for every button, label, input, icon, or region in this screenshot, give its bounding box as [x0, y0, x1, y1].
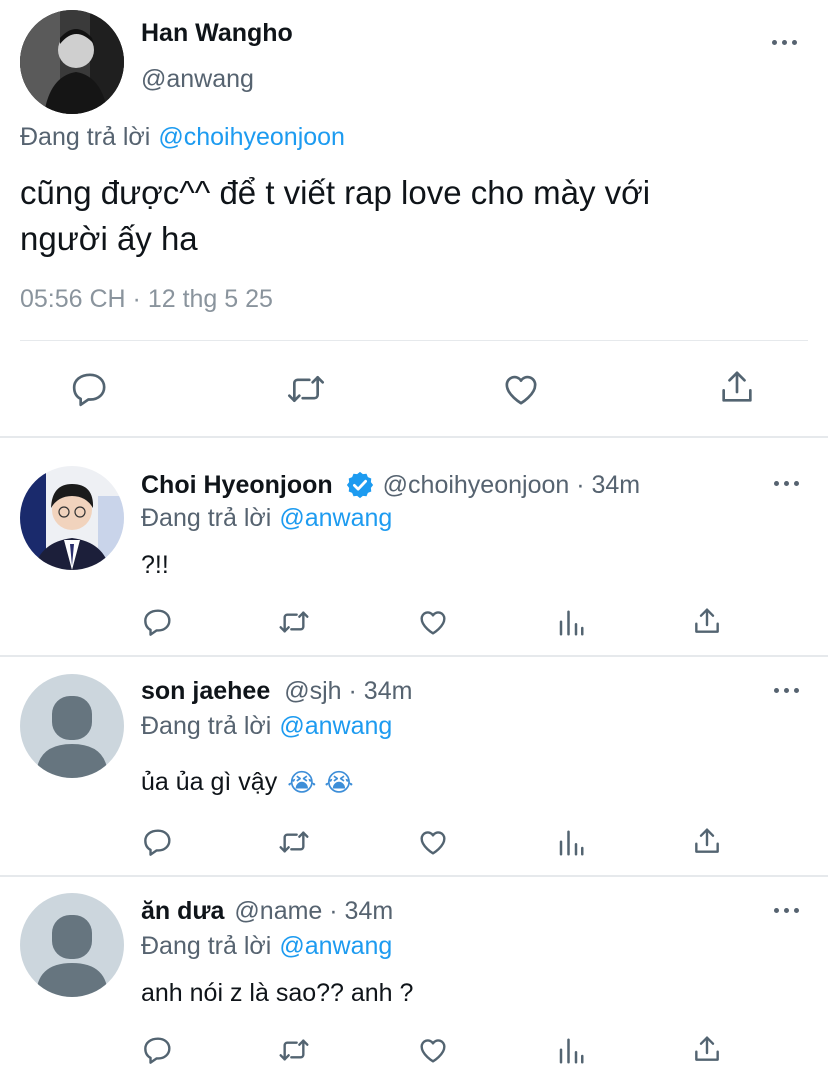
share-icon[interactable] — [691, 605, 723, 637]
views-icon[interactable] — [556, 608, 586, 638]
reply-header: Choi Hyeonjoon @choihyeonjoon · 34m — [141, 470, 640, 500]
more-icon[interactable] — [774, 688, 799, 693]
verified-badge-icon — [345, 470, 375, 500]
reply-replying-to: Đang trả lời @anwang — [141, 932, 392, 961]
main-timestamp[interactable]: 05:56 CH · 12 thg 5 25 — [20, 285, 273, 314]
reply-text: anh nói z là sao?? anh ? — [141, 979, 414, 1007]
main-tweet-text: cũng được^^ để t viết rap love cho mày v… — [20, 170, 810, 262]
like-icon[interactable] — [417, 826, 449, 858]
retweet-icon[interactable] — [277, 826, 311, 858]
divider — [0, 436, 828, 438]
reply-text-content: ủa ủa gì vậy — [141, 768, 278, 796]
replying-mention-link[interactable]: @anwang — [279, 504, 392, 533]
main-tweet-text-line: cũng được^^ để t viết rap love cho mày v… — [20, 174, 651, 211]
reply-text: ?!! — [141, 551, 169, 579]
main-display-name[interactable]: Han Wangho — [141, 19, 293, 48]
crying-emoji: 😭 😭 — [287, 768, 354, 797]
more-icon[interactable] — [772, 40, 797, 45]
reply-icon[interactable] — [142, 1034, 174, 1066]
like-icon[interactable] — [501, 369, 541, 409]
replying-mention-link[interactable]: @anwang — [279, 712, 392, 741]
reply-replying-to: Đang trả lời @anwang — [141, 504, 392, 533]
retweet-icon[interactable] — [277, 606, 311, 638]
reply-handle-time[interactable]: @choihyeonjoon · 34m — [383, 471, 640, 500]
reply-header: son jaehee @sjh · 34m — [141, 677, 412, 706]
share-icon[interactable] — [717, 367, 757, 407]
default-avatar[interactable] — [20, 893, 124, 997]
more-icon[interactable] — [774, 908, 799, 913]
retweet-icon[interactable] — [277, 1034, 311, 1066]
replying-label: Đang trả lời — [141, 932, 272, 960]
main-handle[interactable]: @anwang — [141, 65, 254, 94]
replying-label: Đang trả lời — [20, 123, 151, 151]
views-icon[interactable] — [556, 1036, 586, 1066]
reply-display-name[interactable]: ăn dưa — [141, 897, 224, 926]
views-icon[interactable] — [556, 828, 586, 858]
reply-handle-time[interactable]: @name · 34m — [234, 897, 393, 926]
share-icon[interactable] — [691, 1033, 723, 1065]
reply-icon[interactable] — [142, 826, 174, 858]
replying-mention-link[interactable]: @choihyeonjoon — [158, 123, 345, 152]
retweet-icon[interactable] — [285, 369, 327, 409]
replying-label: Đang trả lời — [141, 504, 272, 532]
default-avatar[interactable] — [20, 674, 124, 778]
divider — [0, 655, 828, 657]
like-icon[interactable] — [417, 1034, 449, 1066]
main-tweet-text-line: người ấy ha — [20, 220, 198, 257]
divider — [0, 875, 828, 877]
reply-header: ăn dưa @name · 34m — [141, 897, 393, 926]
reply-display-name[interactable]: Choi Hyeonjoon — [141, 471, 333, 500]
reply-icon[interactable] — [70, 369, 110, 409]
reply-avatar[interactable] — [20, 466, 124, 570]
reply-text: ủa ủa gì vậy 😭 😭 — [141, 768, 354, 797]
reply-replying-to: Đang trả lời @anwang — [141, 712, 392, 741]
reply-icon[interactable] — [142, 606, 174, 638]
main-avatar[interactable] — [20, 10, 124, 114]
reply-display-name[interactable]: son jaehee — [141, 677, 270, 706]
reply-handle-time[interactable]: @sjh · 34m — [284, 677, 412, 706]
share-icon[interactable] — [691, 825, 723, 857]
like-icon[interactable] — [417, 606, 449, 638]
more-icon[interactable] — [774, 481, 799, 486]
divider — [20, 340, 808, 341]
replying-label: Đang trả lời — [141, 712, 272, 740]
replying-mention-link[interactable]: @anwang — [279, 932, 392, 961]
main-replying-to: Đang trả lời @choihyeonjoon — [20, 123, 345, 152]
